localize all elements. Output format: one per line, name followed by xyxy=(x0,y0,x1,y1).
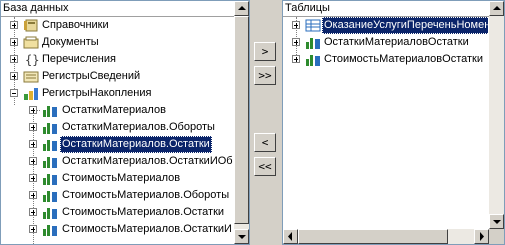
expand-icon[interactable] xyxy=(29,208,37,216)
arrow-left-icon xyxy=(288,232,292,241)
scroll-right-button[interactable] xyxy=(474,229,489,244)
tree-item-label: ОстаткиМатериалов.ОстаткиИОб xyxy=(62,155,233,167)
tree-item-label: ОказаниеУслугиПереченьНоменк xyxy=(322,17,488,34)
tree-item-label: СтоимостьМатериалов.ОстаткиИ xyxy=(62,223,232,235)
tree-item-label: РегистрыСведений xyxy=(42,70,141,82)
table-icon xyxy=(43,174,57,185)
scroll-up-button[interactable] xyxy=(489,1,504,16)
tree-item-table[interactable]: ОстаткиМатериаловОстатки xyxy=(283,34,488,51)
database-panel-header: База данных xyxy=(1,1,235,17)
tree-item-label: ОстаткиМатериалов.Обороты xyxy=(62,121,215,133)
expand-icon[interactable] xyxy=(29,191,37,199)
expand-icon[interactable] xyxy=(10,55,18,63)
info-registers-icon xyxy=(23,71,39,83)
table-icon xyxy=(43,123,57,134)
tree-item-label: СтоимостьМатериалов.Остатки xyxy=(62,206,225,218)
expand-icon[interactable] xyxy=(292,38,300,46)
add-button[interactable]: > xyxy=(254,42,276,61)
tree-item-table[interactable]: СтоимостьМатериалов.Обороты xyxy=(1,187,233,204)
tables-tree-hscrollbar[interactable] xyxy=(283,229,504,244)
tree-item-table[interactable]: СтоимостьМатериалов xyxy=(1,170,233,187)
hscrollbar-thumb[interactable] xyxy=(298,229,448,244)
tree-item-label: СтоимостьМатериалов.Обороты xyxy=(62,189,230,201)
remove-button[interactable]: < xyxy=(254,133,276,152)
table-icon xyxy=(306,55,320,66)
tree-item-table[interactable]: ОстаткиМатериалов.ОстаткиИОб xyxy=(1,153,233,170)
scroll-down-button[interactable] xyxy=(234,229,249,244)
expand-icon[interactable] xyxy=(29,123,37,131)
tree-item-table[interactable]: СтоимостьМатериалов.Остатки xyxy=(1,204,233,221)
expand-icon[interactable] xyxy=(292,21,300,29)
tree-item-label: РегистрыНакопления xyxy=(42,87,152,99)
tree-item-label: ОстаткиМатериаловОстатки xyxy=(324,36,469,48)
tree-item-label: ОстаткиМатериалов.Остатки xyxy=(60,136,212,153)
enumerations-icon: {} xyxy=(25,53,39,67)
remove-all-button[interactable]: << xyxy=(254,157,276,176)
tree-item-label: СтоимостьМатериалов xyxy=(62,172,181,184)
tree-item-label: ОстаткиМатериалов xyxy=(62,104,166,116)
tree-item-documents[interactable]: Документы xyxy=(1,34,233,51)
tree-item-label: Справочники xyxy=(42,19,109,31)
documents-icon xyxy=(23,36,39,49)
table-icon xyxy=(43,157,57,168)
tree-item-table[interactable]: СтоимостьМатериаловОстатки xyxy=(283,51,488,68)
tree-item-info-registers[interactable]: РегистрыСведений xyxy=(1,68,233,85)
database-tree[interactable]: Справочники Документы {} Перечисления Ре… xyxy=(1,17,233,244)
add-all-button[interactable]: >> xyxy=(254,66,276,85)
tree-item-accumulation-registers[interactable]: РегистрыНакопления xyxy=(1,85,233,102)
table-icon xyxy=(43,140,57,151)
accumulation-registers-icon xyxy=(24,88,38,100)
expand-icon[interactable] xyxy=(29,106,37,114)
tree-item-label: СтоимостьМатериаловОстатки xyxy=(324,53,483,65)
tables-panel-header: Таблицы xyxy=(283,1,490,17)
tabular-section-icon xyxy=(305,19,321,32)
scroll-up-button[interactable] xyxy=(234,1,249,16)
svg-text:{}: {} xyxy=(25,53,39,67)
table-icon xyxy=(43,208,57,219)
size-grip xyxy=(489,229,504,244)
arrow-right-icon xyxy=(480,232,484,241)
table-icon xyxy=(306,38,320,49)
tree-item-enumerations[interactable]: {} Перечисления xyxy=(1,51,233,68)
table-icon xyxy=(43,106,57,117)
collapse-icon[interactable] xyxy=(10,89,18,97)
tree-item-catalogs[interactable]: Справочники xyxy=(1,17,233,34)
expand-icon[interactable] xyxy=(29,140,37,148)
database-tree-scrollbar[interactable] xyxy=(234,1,249,244)
expand-icon[interactable] xyxy=(29,174,37,182)
tree-item-table[interactable]: ОстаткиМатериалов xyxy=(1,102,233,119)
tables-tree[interactable]: ОказаниеУслугиПереченьНоменк ОстаткиМате… xyxy=(283,17,488,229)
tree-item-table-selected[interactable]: ОстаткиМатериалов.Остатки xyxy=(1,136,233,153)
database-panel: База данных Справочники Документы {} Пер… xyxy=(0,0,250,245)
tables-panel: Таблицы ОказаниеУслугиПереченьНоменк Ост… xyxy=(282,0,505,245)
tree-item-label: Перечисления xyxy=(42,53,116,65)
expand-icon[interactable] xyxy=(10,38,18,46)
tree-item-label: Документы xyxy=(42,36,99,48)
tree-item-table[interactable]: ОстаткиМатериалов.Обороты xyxy=(1,119,233,136)
table-icon xyxy=(43,191,57,202)
scroll-left-button[interactable] xyxy=(283,229,298,244)
expand-icon[interactable] xyxy=(29,157,37,165)
expand-icon[interactable] xyxy=(10,21,18,29)
expand-icon[interactable] xyxy=(292,55,300,63)
table-icon xyxy=(43,225,57,236)
expand-icon[interactable] xyxy=(10,72,18,80)
tree-item-tabular-section-selected[interactable]: ОказаниеУслугиПереченьНоменк xyxy=(283,17,488,34)
expand-icon[interactable] xyxy=(29,225,37,233)
catalogs-icon xyxy=(24,19,38,32)
tables-tree-scrollbar[interactable] xyxy=(489,1,504,229)
scroll-down-button[interactable] xyxy=(489,214,504,229)
tree-item-table[interactable]: СтоимостьМатериалов.ОстаткиИ xyxy=(1,221,233,238)
scrollbar-thumb[interactable] xyxy=(234,16,249,224)
